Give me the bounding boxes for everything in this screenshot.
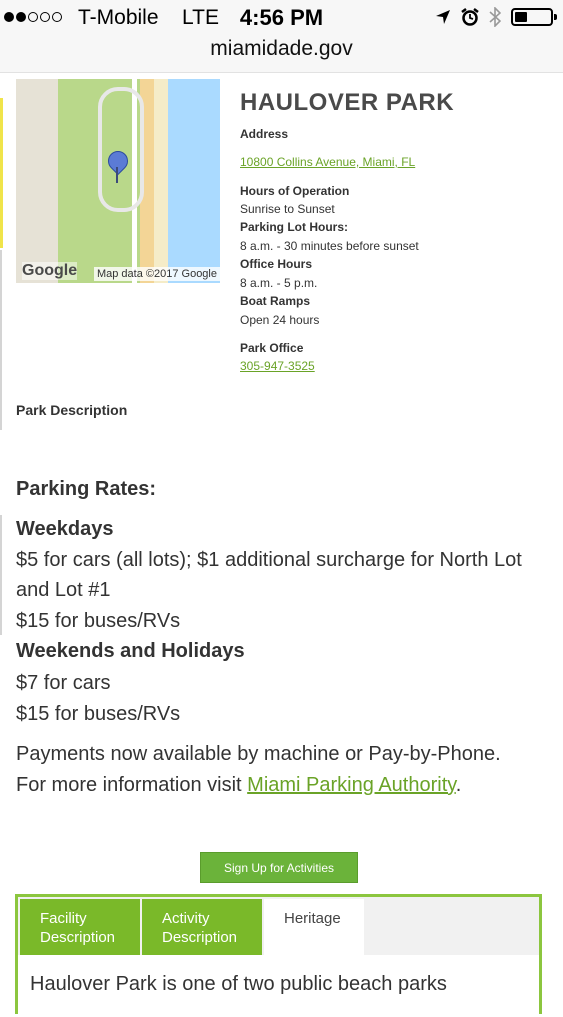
payments-note: Payments now available by machine or Pay… xyxy=(16,743,501,765)
park-office-label: Park Office xyxy=(240,341,304,355)
weekends-cars-rate: $7 for cars xyxy=(16,672,111,694)
left-divider xyxy=(0,515,2,635)
address-bar[interactable]: miamidade.gov xyxy=(0,36,563,73)
map-beach xyxy=(154,79,168,283)
weekdays-buses-rate: $15 for buses/RVs xyxy=(16,610,181,632)
address-link[interactable]: 10800 Collins Avenue, Miami, FL xyxy=(240,155,415,169)
info-tabs-panel: Facility Description Activity Descriptio… xyxy=(15,894,542,1017)
tab-activity-description[interactable]: Activity Description xyxy=(142,899,262,955)
park-description-label: Park Description xyxy=(16,402,128,418)
bluetooth-icon xyxy=(489,7,501,27)
payments-info: For more information visit Miami Parking… xyxy=(16,770,461,800)
weekdays-cars-rate-cont: and Lot #1 xyxy=(16,579,111,601)
weekends-heading: Weekends and Holidays xyxy=(16,640,245,662)
map-pin-stem xyxy=(116,167,118,183)
tab-label: Facility xyxy=(40,910,87,927)
address-label: Address xyxy=(240,127,289,141)
google-logo[interactable]: Google xyxy=(22,262,78,280)
map-credit: Map data ©2017 Google xyxy=(93,267,220,281)
weekdays-cars-rate: $5 for cars (all lots); $1 additional su… xyxy=(16,549,522,571)
battery-icon xyxy=(511,8,557,26)
left-divider xyxy=(0,250,2,430)
location-arrow-icon xyxy=(436,10,450,24)
tab-label: Description xyxy=(40,929,116,946)
office-hours-value: 8 a.m. - 5 p.m. xyxy=(240,276,318,290)
alarm-icon xyxy=(461,8,479,26)
tab-label: Description xyxy=(162,929,238,946)
parking-hours-value: 8 a.m. - 30 minutes before sunset xyxy=(240,239,419,253)
tab-content: Haulover Park is one of two public beach… xyxy=(18,955,539,1017)
parking-rates-heading: Parking Rates: xyxy=(16,478,157,500)
status-bar: T-Mobile LTE 4:56 PM xyxy=(0,0,563,36)
park-map[interactable]: Google Map data ©2017 Google xyxy=(16,79,220,283)
parking-hours-label: Parking Lot Hours: xyxy=(240,220,349,234)
hours-label: Hours of Operation xyxy=(240,184,350,198)
boat-ramps-label: Boat Ramps xyxy=(240,294,311,308)
tab-label: Activity xyxy=(162,910,210,927)
office-hours-label: Office Hours xyxy=(240,257,313,271)
miami-parking-authority-link[interactable]: Miami Parking Authority xyxy=(247,774,456,796)
tab-heritage[interactable]: Heritage xyxy=(264,899,364,955)
park-office-phone-link[interactable]: 305-947-3525 xyxy=(240,359,315,373)
map-path xyxy=(98,87,144,212)
weekdays-heading: Weekdays xyxy=(16,518,114,540)
weekends-buses-rate: $15 for buses/RVs xyxy=(16,703,181,725)
tab-content-text: Haulover Park is one of two public beach… xyxy=(30,973,447,995)
tab-facility-description[interactable]: Facility Description xyxy=(20,899,140,955)
left-accent-bar xyxy=(0,98,3,248)
payments-info-prefix: For more information visit xyxy=(16,774,248,796)
tab-label: Heritage xyxy=(284,910,341,927)
sign-up-activities-button[interactable]: Sign Up for Activities xyxy=(200,852,358,883)
hours-value: Sunrise to Sunset xyxy=(240,202,335,216)
status-icons xyxy=(435,7,557,27)
boat-ramps-value: Open 24 hours xyxy=(240,313,320,327)
payments-info-suffix: . xyxy=(455,774,462,796)
park-title: HAULOVER PARK xyxy=(240,89,455,116)
